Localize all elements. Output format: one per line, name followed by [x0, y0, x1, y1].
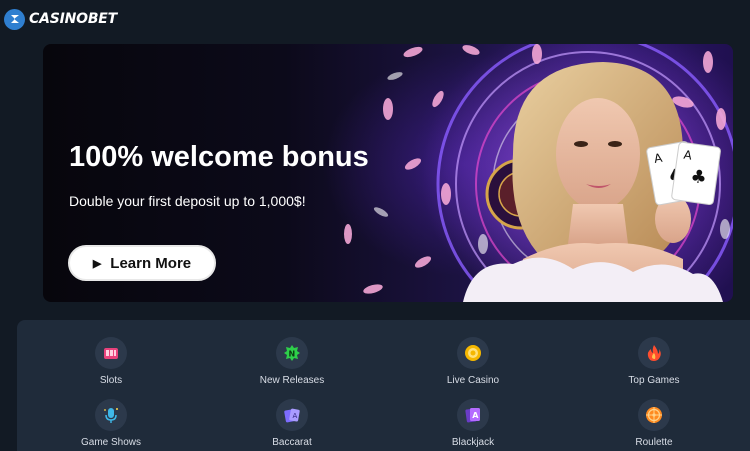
category-label: Baccarat	[272, 437, 312, 448]
banner-subtitle: Double your first deposit up to 1,000$!	[69, 193, 306, 209]
category-slots[interactable]: Slots	[46, 337, 176, 386]
header: CASINOBET	[0, 0, 750, 38]
learn-more-button[interactable]: ▶ Learn More	[68, 245, 216, 281]
logo-icon[interactable]	[4, 8, 25, 30]
play-icon: ▶	[92, 257, 102, 270]
category-label: Top Games	[628, 375, 680, 386]
chip-icon	[457, 337, 489, 369]
flame-icon	[638, 337, 670, 369]
category-blackjack[interactable]: A Blackjack	[408, 399, 538, 448]
new-badge-icon: N	[276, 337, 308, 369]
category-live-casino[interactable]: Live Casino	[408, 337, 538, 386]
svg-text:A: A	[293, 412, 298, 420]
category-roulette[interactable]: Roulette	[589, 399, 719, 448]
svg-text:♣: ♣	[689, 166, 708, 189]
ace-card-icon: A	[457, 399, 489, 431]
category-label: Roulette	[635, 437, 673, 448]
brand-name[interactable]: CASINOBET	[29, 11, 117, 27]
slots-icon	[95, 337, 127, 369]
category-label: Live Casino	[446, 375, 500, 386]
category-label: New Releases	[259, 375, 325, 386]
game-categories: Slots N New Releases Live Casino Top Gam…	[17, 320, 750, 451]
promo-banner: A ♠ A ♣ 100% welcome bonus Double your f…	[43, 44, 733, 302]
category-baccarat[interactable]: A Baccarat	[227, 399, 357, 448]
category-label: Slots	[99, 375, 123, 386]
category-label: Game Shows	[80, 437, 142, 448]
category-new-releases[interactable]: N New Releases	[227, 337, 357, 386]
cards-icon: A	[276, 399, 308, 431]
svg-text:N: N	[289, 350, 296, 359]
roulette-icon	[638, 399, 670, 431]
category-game-shows[interactable]: Game Shows	[46, 399, 176, 448]
learn-more-label: Learn More	[110, 254, 192, 272]
banner-title: 100% welcome bonus	[69, 141, 369, 173]
category-top-games[interactable]: Top Games	[589, 337, 719, 386]
microphone-icon	[95, 399, 127, 431]
category-label: Blackjack	[451, 437, 495, 448]
svg-text:A: A	[472, 411, 479, 420]
